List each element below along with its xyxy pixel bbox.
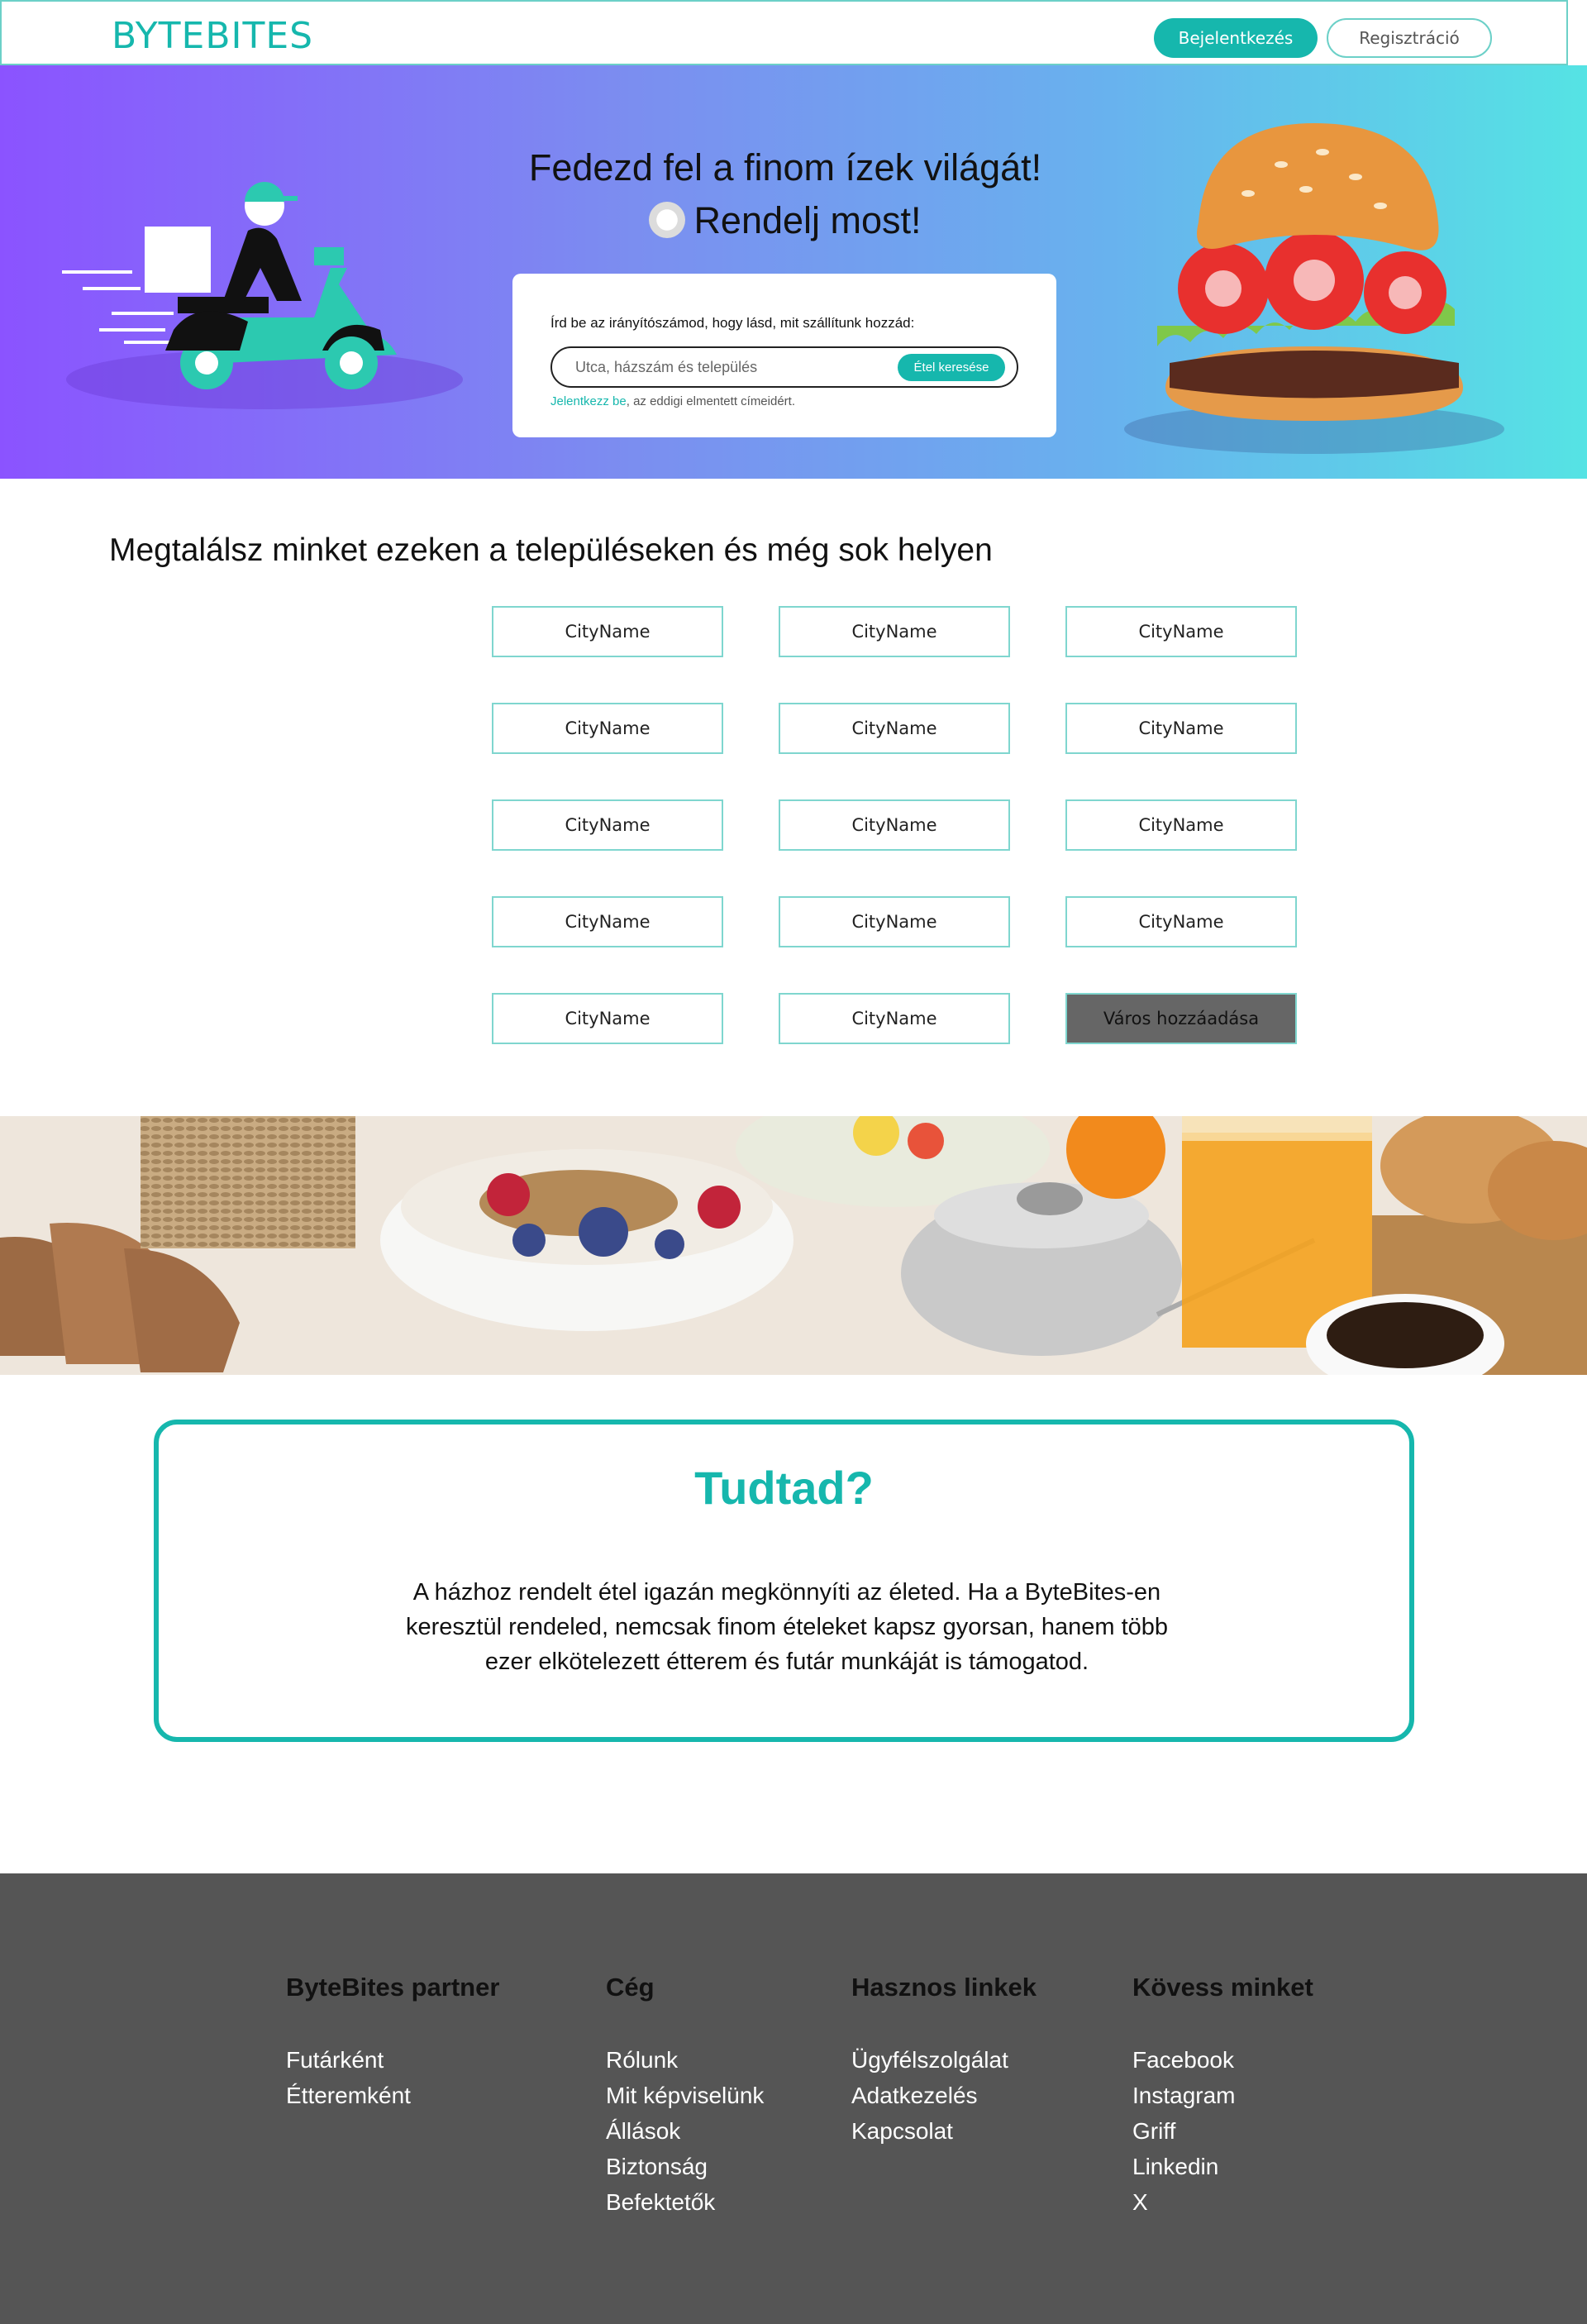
city-button[interactable]: CityName (1065, 896, 1297, 947)
city-button[interactable]: CityName (1065, 799, 1297, 851)
footer-column-title: Kövess minket (1132, 1973, 1313, 2002)
address-search-card: Írd be az irányítószámod, hogy lásd, mit… (512, 274, 1056, 437)
hero-title-line1: Fedezd fel a finom ízek világát! (528, 146, 1042, 188)
footer-link[interactable]: Befektetők (606, 2184, 764, 2220)
footer-column-company: Cég Rólunk Mit képviselünk Állások Bizto… (606, 1973, 764, 2220)
site-footer: ByteBites partner Futárként Étteremként … (0, 1873, 1587, 2324)
burger-illustration (1124, 123, 1504, 454)
breakfast-illustration (0, 1116, 1587, 1375)
footer-link-facebook[interactable]: Facebook (1132, 2042, 1313, 2078)
login-link[interactable]: Jelentkezz be (550, 394, 627, 408)
footer-column-title: ByteBites partner (286, 1973, 500, 2002)
footer-column-partner: ByteBites partner Futárként Étteremként (286, 1973, 499, 2113)
site-header: BYTEBITES Bejelentkezés Regisztráció (0, 0, 1568, 65)
city-button[interactable]: CityName (492, 703, 723, 754)
breakfast-banner-image (0, 1116, 1587, 1375)
footer-link[interactable]: Ügyfélszolgálat (851, 2042, 1037, 2078)
city-button[interactable]: CityName (779, 703, 1010, 754)
footer-link[interactable]: Állások (606, 2113, 764, 2149)
add-city-button[interactable]: Város hozzáadása (1065, 993, 1297, 1044)
city-button[interactable]: CityName (492, 993, 723, 1044)
cities-title: Megtalálsz minket ezeken a településeken… (109, 532, 993, 568)
footer-column-title: Cég (606, 1973, 655, 2002)
register-button[interactable]: Regisztráció (1327, 18, 1492, 58)
search-box: Étel keresése (550, 346, 1018, 388)
did-you-know-text: A házhoz rendelt étel igazán megkönnyíti… (405, 1579, 1169, 1675)
city-button[interactable]: CityName (779, 993, 1010, 1044)
city-button[interactable]: CityName (492, 606, 723, 657)
logo[interactable]: BYTEBITES (112, 15, 313, 57)
city-button[interactable]: CityName (492, 799, 723, 851)
footer-link[interactable]: Mit képviselünk (606, 2078, 764, 2113)
city-grid: CityName CityName CityName CityName City… (492, 606, 1298, 1044)
footer-link[interactable]: Étteremként (286, 2078, 499, 2113)
city-button[interactable]: CityName (1065, 703, 1297, 754)
food-search-button[interactable]: Étel keresése (898, 354, 1005, 381)
plate-icon (649, 202, 686, 238)
delivery-scooter-illustration (62, 182, 463, 409)
city-button[interactable]: CityName (779, 896, 1010, 947)
footer-link[interactable]: Adatkezelés (851, 2078, 1037, 2113)
footer-link[interactable]: Kapcsolat (851, 2113, 1037, 2149)
address-input[interactable] (575, 355, 889, 379)
city-button[interactable]: CityName (1065, 606, 1297, 657)
hero-section: Fedezd fel a finom ízek világát! Rendelj… (0, 65, 1587, 479)
search-hint: Írd be az irányítószámod, hogy lásd, mit… (550, 315, 915, 331)
footer-column-title: Hasznos linkek (851, 1973, 1037, 2002)
login-button[interactable]: Bejelentkezés (1154, 18, 1318, 58)
did-you-know-box: Tudtad? A házhoz rendelt étel igazán meg… (154, 1420, 1414, 1742)
city-button[interactable]: CityName (779, 799, 1010, 851)
login-note-text: , az eddigi elmentett címeidért. (626, 394, 795, 408)
footer-column-useful-links: Hasznos linkek Ügyfélszolgálat Adatkezel… (851, 1973, 1037, 2149)
footer-link-griff[interactable]: Griff (1132, 2113, 1313, 2149)
hero-title-line2: Rendelj most! (693, 199, 922, 241)
footer-link-linkedin[interactable]: Linkedin (1132, 2149, 1313, 2184)
footer-link[interactable]: Futárként (286, 2042, 499, 2078)
footer-column-follow-us: Kövess minket Facebook Instagram Griff L… (1132, 1973, 1313, 2220)
city-button[interactable]: CityName (492, 896, 723, 947)
footer-link-instagram[interactable]: Instagram (1132, 2078, 1313, 2113)
footer-link[interactable]: Biztonság (606, 2149, 764, 2184)
city-button[interactable]: CityName (779, 606, 1010, 657)
footer-link[interactable]: Rólunk (606, 2042, 764, 2078)
footer-link-x[interactable]: X (1132, 2184, 1313, 2220)
login-note: Jelentkezz be, az eddigi elmentett címei… (550, 394, 795, 408)
hero-title: Fedezd fel a finom ízek világát! Rendelj… (463, 141, 1108, 247)
did-you-know-title: Tudtad? (694, 1462, 874, 1514)
